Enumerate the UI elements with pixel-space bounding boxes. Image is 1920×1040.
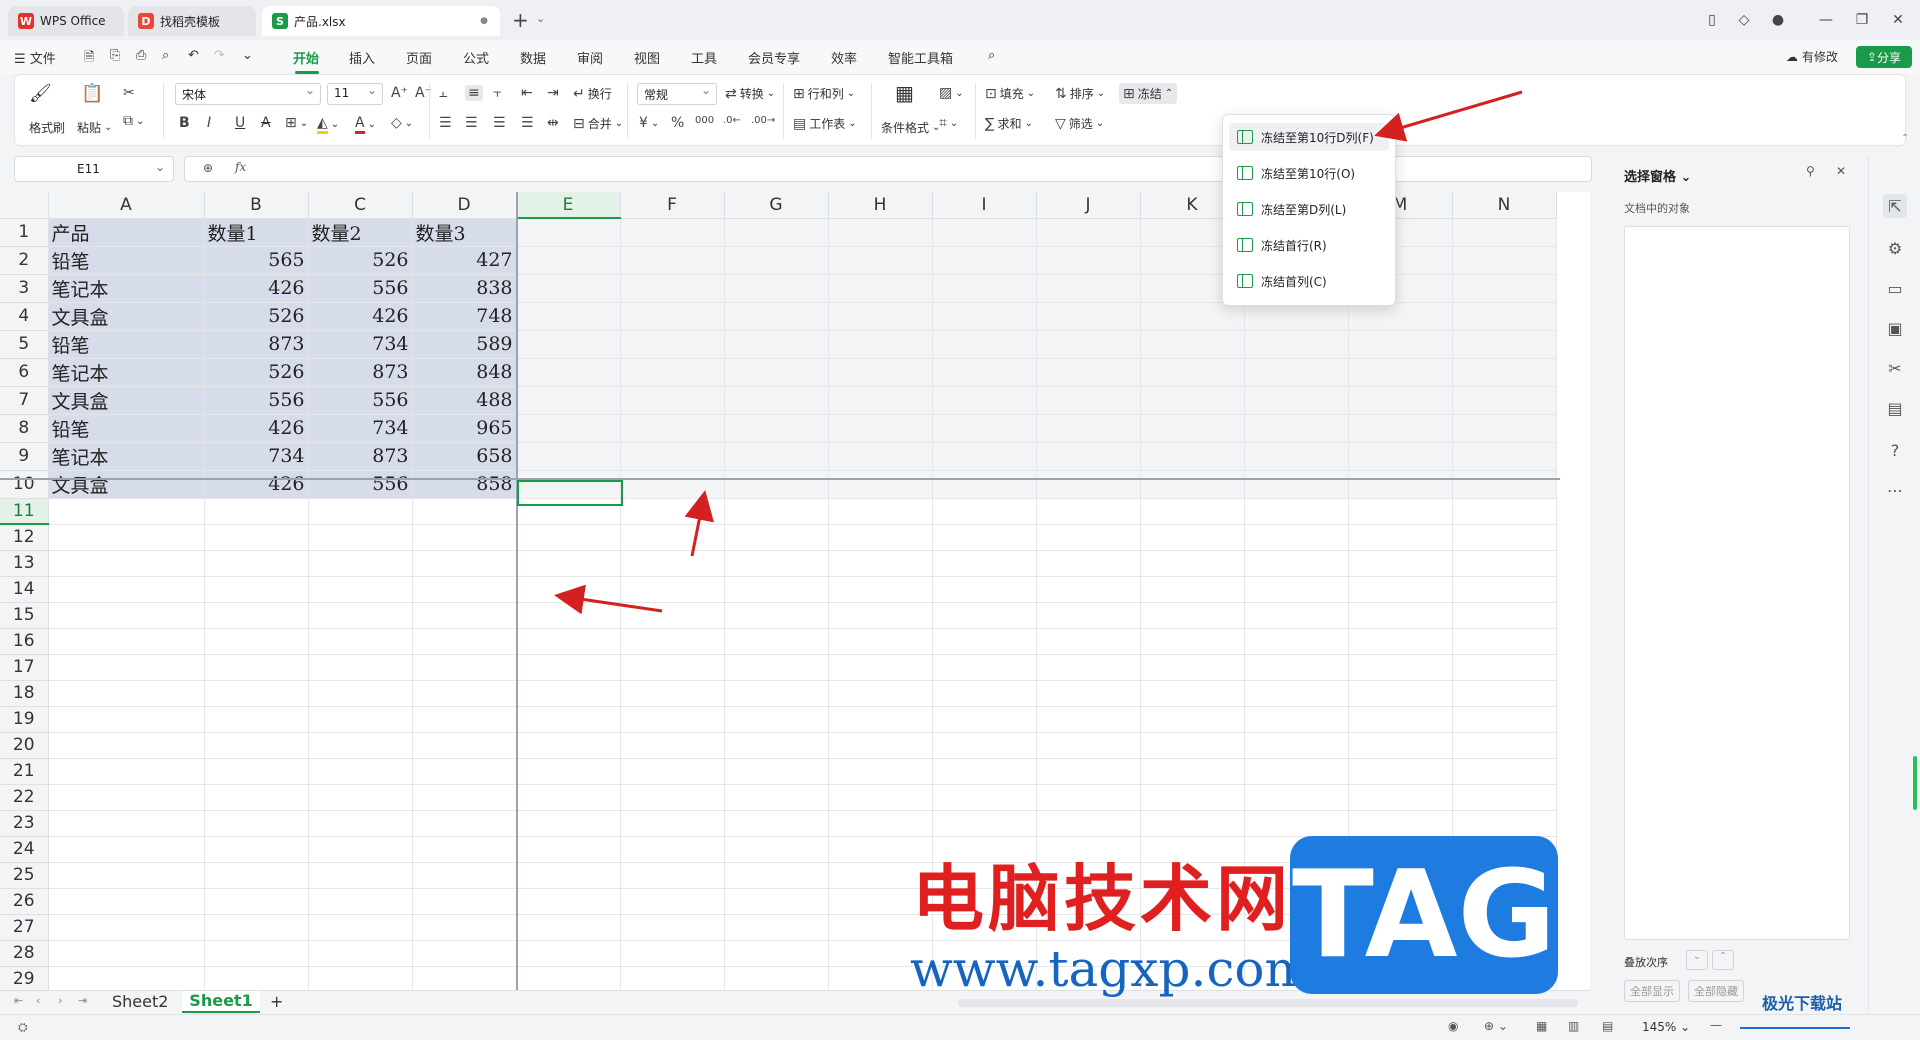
arrow-to-row-freeze-line bbox=[684, 490, 715, 557]
arrow-to-column-freeze-line bbox=[554, 584, 663, 615]
watermark-url: www.tagxp.com bbox=[910, 940, 1312, 998]
watermark-text: 电脑技术网 bbox=[912, 857, 1293, 941]
watermark-tag-logo: TAG bbox=[1290, 836, 1558, 994]
arrow-to-freeze-option bbox=[1374, 90, 1523, 142]
watermark-site-name: 极光下载站 bbox=[1762, 994, 1843, 1013]
